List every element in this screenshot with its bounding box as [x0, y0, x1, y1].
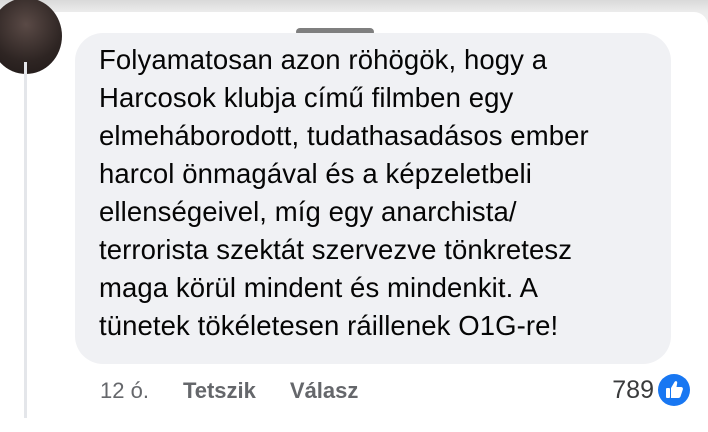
avatar[interactable] — [0, 0, 62, 74]
comment-timestamp[interactable]: 12 ó. — [100, 378, 149, 404]
reply-button[interactable]: Válasz — [290, 378, 359, 404]
comment-bubble[interactable]: Folyamatosan azon röhögök, hogy a Harcos… — [75, 33, 671, 364]
like-thumb-icon — [658, 374, 690, 406]
reaction-summary[interactable]: 789 — [612, 372, 690, 408]
reaction-count: 789 — [612, 375, 654, 404]
comment-actions: 12 ó. Tetszik Válasz — [100, 374, 392, 408]
comment-text: Folyamatosan azon röhögök, hogy a Harcos… — [99, 44, 589, 341]
thread-line — [24, 62, 27, 418]
like-button[interactable]: Tetszik — [183, 378, 256, 404]
